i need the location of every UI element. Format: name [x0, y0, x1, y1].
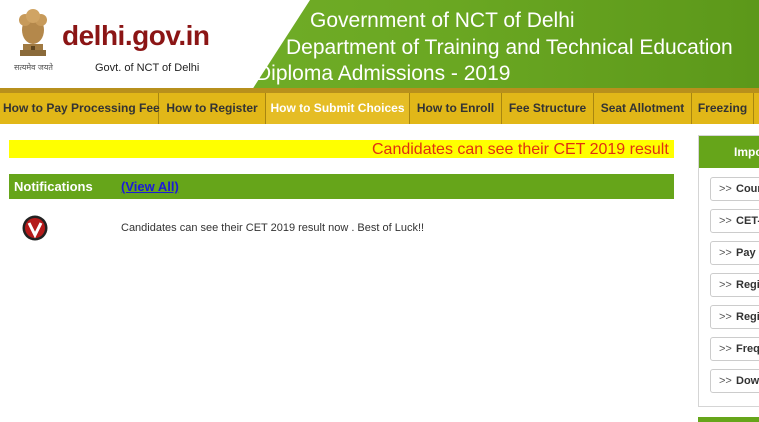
next-panel-header: [698, 417, 759, 422]
important-link-label: Pay: [736, 247, 756, 259]
important-link-label: Dow: [736, 375, 759, 387]
double-chevron-icon: >>: [719, 183, 732, 195]
news-ticker-text[interactable]: Candidates can see their CET 2019 result…: [372, 140, 674, 158]
notification-item[interactable]: Candidates can see their CET 2019 result…: [121, 222, 424, 234]
double-chevron-icon: >>: [719, 215, 732, 227]
notifications-title: Notifications: [14, 179, 93, 194]
nav-fee-structure[interactable]: Fee Structure: [502, 93, 594, 124]
important-link-label: Regi: [736, 311, 759, 323]
nav-how-to-enroll[interactable]: How to Enroll: [410, 93, 502, 124]
nav-seat-allotment[interactable]: Seat Allotment: [594, 93, 692, 124]
site-name-logo[interactable]: delhi.gov.in: [62, 20, 210, 52]
important-link-item[interactable]: >> CET-: [710, 209, 759, 233]
important-link-item[interactable]: >> Freq: [710, 337, 759, 361]
logo-panel: delhi.gov.in सत्यमेव जयते Govt. of NCT o…: [0, 0, 310, 93]
view-all-link[interactable]: (View All): [121, 179, 179, 194]
site-subtitle: Govt. of NCT of Delhi: [95, 62, 200, 74]
important-link-label: CET-: [736, 215, 759, 227]
important-link-label: Regi: [736, 279, 759, 291]
header-title-department: Department of Training and Technical Edu…: [286, 36, 733, 59]
important-link-item[interactable]: >> Regi: [710, 305, 759, 329]
notifications-header: Notifications (View All): [9, 174, 674, 199]
header-title-government: Government of NCT of Delhi: [310, 9, 575, 32]
nav-how-to-register[interactable]: How to Register: [159, 93, 266, 124]
double-chevron-icon: >>: [719, 279, 732, 291]
notification-bullet-icon: [22, 215, 48, 241]
emblem-motto: सत्यमेव जयते: [14, 63, 53, 72]
site-header: delhi.gov.in सत्यमेव जयते Govt. of NCT o…: [0, 0, 759, 93]
important-links-panel: Impo >> Cour >> CET- >> Pay >> Regi >> R…: [698, 135, 759, 407]
important-links-title: Impo: [734, 145, 759, 159]
important-link-item[interactable]: >> Pay: [710, 241, 759, 265]
national-emblem-icon: [19, 9, 47, 56]
important-link-item[interactable]: >> Cour: [710, 177, 759, 201]
important-link-item[interactable]: >> Dow: [710, 369, 759, 393]
important-links-header: Impo: [699, 136, 759, 168]
header-title-admissions: Diploma Admissions - 2019: [256, 62, 511, 85]
important-link-item[interactable]: >> Regi: [710, 273, 759, 297]
news-ticker: Candidates can see their CET 2019 result…: [9, 140, 674, 158]
double-chevron-icon: >>: [719, 375, 732, 387]
double-chevron-icon: >>: [719, 247, 732, 259]
nav-how-to-pay-processing-fee[interactable]: How to Pay Processing Fee: [0, 93, 160, 124]
nav-how-to-submit-choices[interactable]: How to Submit Choices: [266, 93, 410, 124]
main-nav: How to Pay Processing Fee How to Registe…: [0, 93, 759, 124]
important-link-label: Cour: [736, 183, 759, 195]
double-chevron-icon: >>: [719, 311, 732, 323]
double-chevron-icon: >>: [719, 343, 732, 355]
important-link-label: Freq: [736, 343, 759, 355]
nav-freezing[interactable]: Freezing: [692, 93, 754, 124]
